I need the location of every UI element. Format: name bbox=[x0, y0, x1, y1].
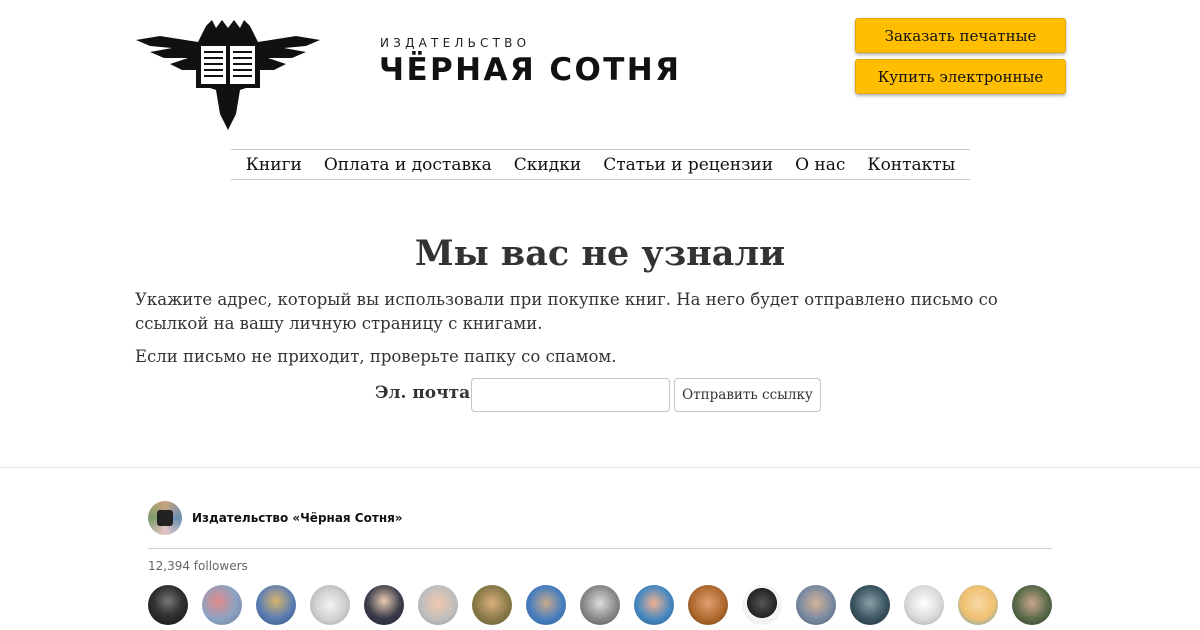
header: ИЗДАТЕЛЬСТВО ЧЁРНАЯ СОТНЯ Заказать печат… bbox=[0, 0, 1200, 140]
follower-avatar[interactable] bbox=[202, 585, 242, 625]
order-print-button[interactable]: Заказать печатные bbox=[855, 18, 1066, 53]
follower-avatar[interactable] bbox=[364, 585, 404, 625]
page-title: Мы вас не узнали bbox=[414, 233, 786, 274]
community-name[interactable]: Издательство «Чёрная Сотня» bbox=[192, 511, 403, 525]
nav-item-payment-delivery[interactable]: Оплата и доставка bbox=[324, 155, 492, 175]
community-widget: Издательство «Чёрная Сотня» 12,394 follo… bbox=[148, 500, 1052, 630]
follower-avatar[interactable] bbox=[310, 585, 350, 625]
follower-avatar[interactable] bbox=[742, 585, 782, 625]
follower-avatar[interactable] bbox=[418, 585, 458, 625]
follower-avatar[interactable] bbox=[1012, 585, 1052, 625]
follower-avatar[interactable] bbox=[904, 585, 944, 625]
follower-avatar[interactable] bbox=[472, 585, 512, 625]
divider bbox=[0, 467, 1200, 468]
widget-divider bbox=[148, 548, 1052, 549]
send-link-button[interactable]: Отправить ссылку bbox=[674, 378, 821, 412]
nav-item-contacts[interactable]: Контакты bbox=[867, 155, 955, 175]
publisher-label: ИЗДАТЕЛЬСТВО bbox=[380, 36, 531, 50]
follower-avatar[interactable] bbox=[526, 585, 566, 625]
follower-avatar[interactable] bbox=[148, 585, 188, 625]
nav-item-discounts[interactable]: Скидки bbox=[514, 155, 581, 175]
nav-item-books[interactable]: Книги bbox=[246, 155, 302, 175]
follower-avatars bbox=[148, 585, 1052, 625]
email-form: Эл. почта: Отправить ссылку bbox=[0, 378, 1200, 412]
community-avatar[interactable] bbox=[148, 501, 182, 535]
nav-item-articles-reviews[interactable]: Статьи и рецензии bbox=[603, 155, 773, 175]
follower-avatar[interactable] bbox=[634, 585, 674, 625]
email-label: Эл. почта: bbox=[375, 383, 477, 403]
publisher-name[interactable]: ЧЁРНАЯ СОТНЯ bbox=[379, 52, 681, 88]
follower-avatar[interactable] bbox=[850, 585, 890, 625]
instructions-text: Укажите адрес, который вы использовали п… bbox=[135, 290, 998, 333]
main-nav: Книги Оплата и доставка Скидки Статьи и … bbox=[231, 149, 970, 180]
buy-ebook-button[interactable]: Купить электронные bbox=[855, 59, 1066, 94]
spam-note: Если письмо не приходит, проверьте папку… bbox=[135, 347, 617, 366]
nav-item-about[interactable]: О нас bbox=[795, 155, 845, 175]
follower-avatar[interactable] bbox=[256, 585, 296, 625]
follower-avatar[interactable] bbox=[580, 585, 620, 625]
followers-count: 12,394 followers bbox=[148, 559, 248, 573]
follower-avatar[interactable] bbox=[688, 585, 728, 625]
follower-avatar[interactable] bbox=[958, 585, 998, 625]
eagle-book-logo-icon[interactable] bbox=[136, 18, 320, 130]
email-field[interactable] bbox=[471, 378, 670, 412]
follower-avatar[interactable] bbox=[796, 585, 836, 625]
